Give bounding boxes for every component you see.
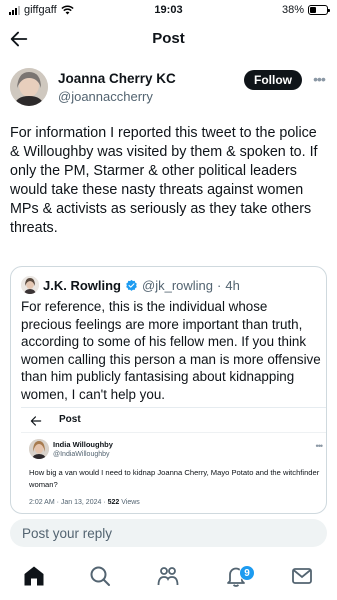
more-horizontal-icon: ••• — [315, 441, 324, 451]
bottom-nav — [0, 560, 337, 600]
views-count: 522 — [107, 499, 120, 506]
screenshot-header: Post — [21, 413, 326, 429]
avatar — [29, 439, 49, 459]
separator-dot: · — [217, 277, 222, 293]
screenshot-meta: 2:02 AM · Jan 13, 2024 · 522 Views — [29, 499, 140, 506]
top-header: Post — [0, 22, 337, 56]
notification-badge: 9 — [239, 565, 255, 581]
quoted-post-text: For reference, this is the individual wh… — [21, 299, 321, 402]
screenshot-author-name: India Willoughby — [53, 440, 113, 449]
messages-icon[interactable] — [290, 564, 314, 588]
screenshot-author-handle: @IndiaWilloughby — [53, 451, 110, 458]
quoted-post-header: J.K. Rowling @jk_rowling · 4h — [21, 275, 240, 295]
screenshot-post-text: How big a van would I need to kidnap Joa… — [29, 468, 320, 489]
screenshot-timestamp: 2:02 AM · Jan 13, 2024 · — [29, 499, 108, 506]
reply-placeholder: Post your reply — [22, 526, 113, 541]
more-horizontal-icon[interactable]: ••• — [311, 72, 327, 86]
search-icon[interactable] — [88, 564, 112, 588]
divider — [21, 432, 326, 433]
page-title: Post — [152, 30, 185, 47]
battery-percent: 38% — [281, 4, 304, 16]
author-handle[interactable]: @joannaccherry — [58, 89, 153, 104]
verified-badge-icon — [126, 279, 137, 291]
quoted-author-name: J.K. Rowling — [43, 277, 121, 293]
home-icon[interactable] — [22, 564, 46, 588]
screenshot-title: Post — [59, 414, 81, 425]
reply-input[interactable]: Post your reply — [10, 519, 327, 547]
quoted-timestamp: 4h — [225, 277, 240, 293]
follow-button[interactable]: Follow — [244, 70, 302, 90]
battery-icon — [308, 5, 330, 15]
author-name[interactable]: Joanna Cherry KC — [58, 71, 176, 86]
views-label: Views — [119, 499, 140, 506]
embedded-screenshot: Post India Willoughby @IndiaWilloughby •… — [21, 407, 326, 513]
avatar[interactable] — [10, 68, 48, 106]
status-bar: giffgaff 19:03 38% — [0, 0, 337, 20]
quoted-post[interactable]: J.K. Rowling @jk_rowling · 4h For refere… — [10, 266, 327, 514]
post-text: For information I reported this tweet to… — [10, 125, 318, 236]
status-right: 38% — [281, 4, 330, 16]
quoted-author-handle: @jk_rowling — [142, 277, 213, 293]
avatar — [21, 276, 39, 294]
arrow-left-icon — [30, 416, 42, 426]
communities-icon[interactable] — [156, 564, 180, 588]
